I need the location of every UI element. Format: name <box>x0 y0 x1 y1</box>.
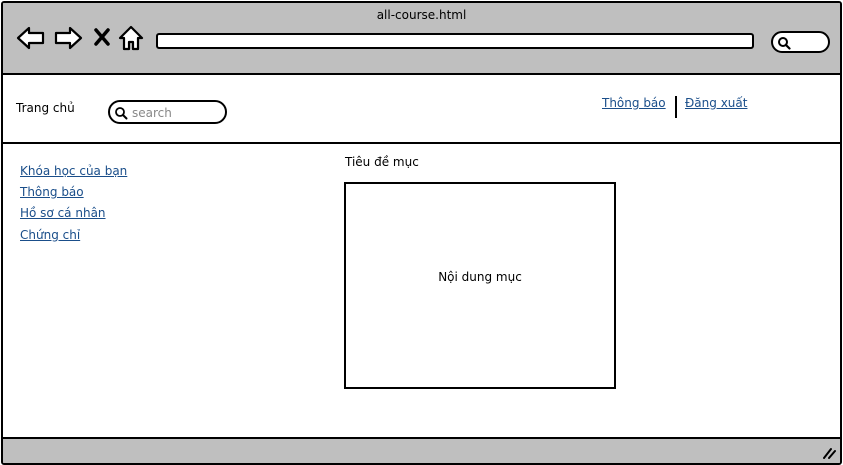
window-title: all-course.html <box>376 8 467 22</box>
sidebar-item-profile[interactable]: Hồ sơ cá nhân <box>20 206 106 220</box>
section-title: Tiêu đề mục <box>345 155 419 169</box>
header-divider <box>3 142 840 144</box>
link-separator <box>675 96 677 118</box>
arrow-right-icon[interactable] <box>53 25 83 51</box>
browser-window: all-course.html Trang chủ search Thông b… <box>1 1 842 465</box>
search-input[interactable] <box>130 104 224 122</box>
status-bar <box>3 437 840 463</box>
content-panel: Nội dung mục <box>344 182 616 389</box>
site-header: Trang chủ Thông báo Đăng xuất <box>3 80 840 142</box>
home-icon[interactable] <box>118 25 144 51</box>
search-icon <box>778 37 791 50</box>
search-box[interactable] <box>108 100 227 124</box>
content-text: Nội dung mục <box>438 270 522 284</box>
logout-link[interactable]: Đăng xuất <box>685 96 747 110</box>
sidebar-item-certificates[interactable]: Chứng chỉ <box>20 228 80 242</box>
search-icon <box>115 107 128 120</box>
address-bar[interactable] <box>156 33 754 49</box>
arrow-left-icon[interactable] <box>16 25 46 51</box>
sidebar-item-my-courses[interactable]: Khóa học của bạn <box>20 164 127 178</box>
notifications-link[interactable]: Thông báo <box>602 96 666 110</box>
sidebar-item-notifications[interactable]: Thông báo <box>20 185 84 199</box>
browser-search-button[interactable] <box>771 31 830 53</box>
browser-toolbar: all-course.html <box>3 3 840 75</box>
home-link[interactable]: Trang chủ <box>16 101 75 115</box>
close-icon[interactable] <box>93 27 111 47</box>
resize-handle-icon[interactable] <box>822 447 836 459</box>
